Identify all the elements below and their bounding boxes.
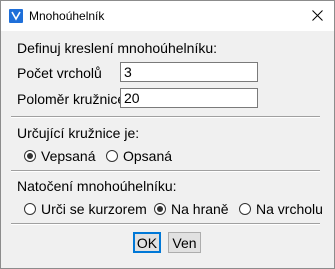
radio-indicator-vepsana[interactable]: [24, 150, 36, 162]
radio-indicator-na-hrane[interactable]: [154, 203, 166, 215]
radio-indicator-na-vrcholu[interactable]: [239, 203, 251, 215]
vertices-label: Počet vrcholů: [17, 65, 102, 81]
separator-3: [11, 223, 320, 225]
radius-label: Poloměr kružnice: [17, 91, 126, 107]
radio-label-na-hrane: Na hraně: [171, 201, 229, 217]
title-bar[interactable]: Mnohoúhelník: [1, 1, 334, 31]
definition-heading: Definuj kreslení mnohoúhelníku:: [17, 40, 218, 56]
radio-opsana[interactable]: Opsaná: [106, 147, 172, 165]
close-icon: [312, 10, 323, 21]
radio-indicator-opsana[interactable]: [106, 150, 118, 162]
radio-na-hrane[interactable]: Na hraně: [154, 200, 229, 218]
radio-vepsana[interactable]: Vepsaná: [24, 147, 96, 165]
window-title: Mnohoúhelník: [29, 9, 105, 23]
circle-heading: Určující kružnice je:: [17, 125, 140, 141]
app-icon: [9, 9, 23, 23]
radio-label-urci-kurzorem: Urči se kurzorem: [41, 201, 147, 217]
ok-button[interactable]: OK: [133, 232, 161, 253]
radio-label-na-vrcholu: Na vrcholu: [256, 201, 323, 217]
radio-urci-kurzorem[interactable]: Urči se kurzorem: [24, 200, 147, 218]
radio-indicator-urci-kurzorem[interactable]: [24, 203, 36, 215]
radius-input[interactable]: [120, 88, 258, 108]
radio-na-vrcholu[interactable]: Na vrcholu: [239, 200, 323, 218]
dialog-window: Mnohoúhelník Definuj kreslení mnohoúheln…: [0, 0, 335, 269]
vertices-input[interactable]: [120, 62, 258, 82]
separator-2: [11, 170, 320, 172]
close-button[interactable]: [302, 1, 334, 31]
radio-label-opsana: Opsaná: [123, 148, 173, 164]
radio-label-vepsana: Vepsaná: [41, 148, 96, 164]
rotation-heading: Natočení mnohoúhelníku:: [17, 178, 177, 194]
ven-button[interactable]: Ven: [168, 232, 201, 253]
separator-1: [11, 116, 320, 118]
